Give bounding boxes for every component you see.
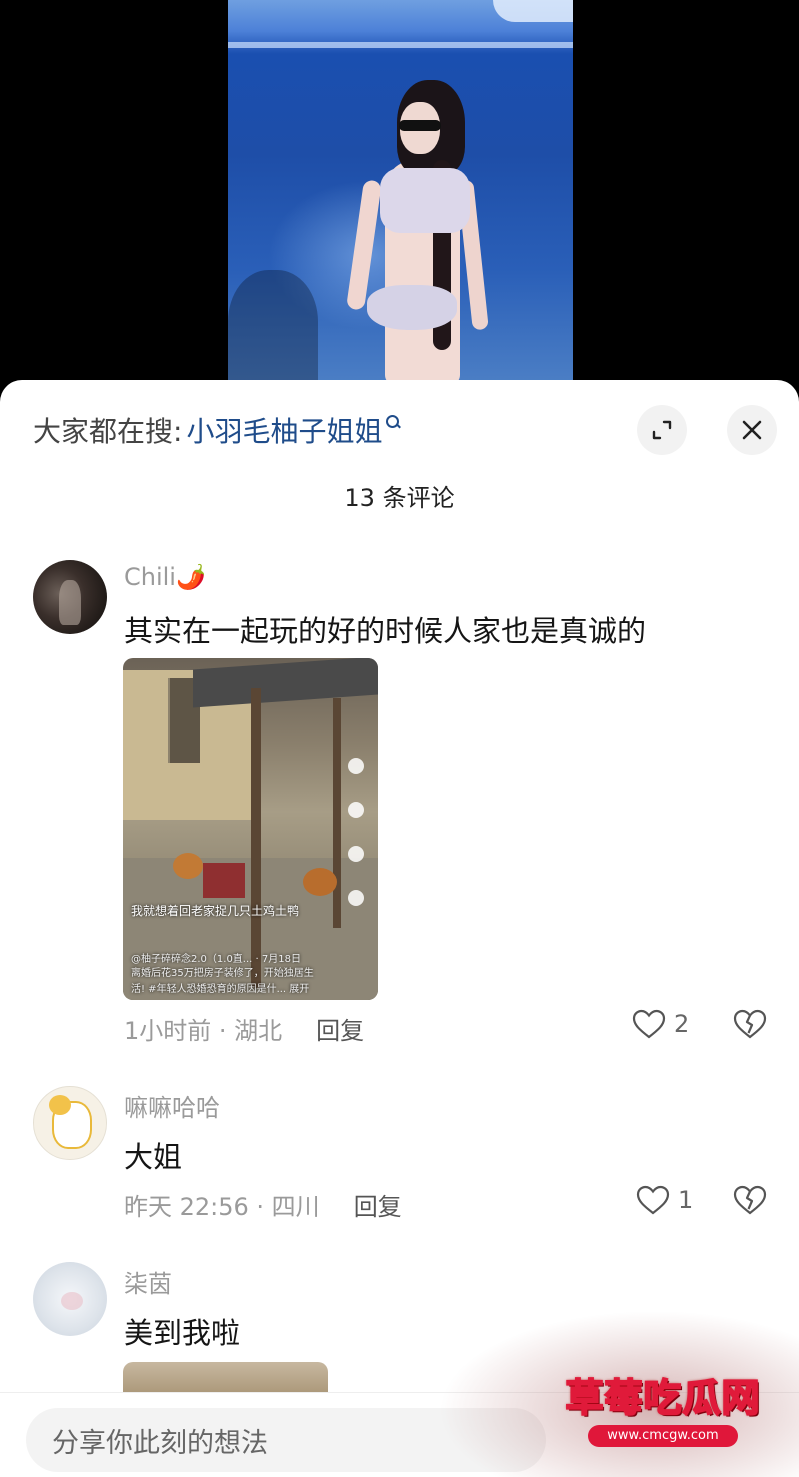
thumb-chicken bbox=[173, 853, 203, 879]
dislike-button[interactable] bbox=[733, 1185, 767, 1219]
avatar[interactable] bbox=[33, 560, 107, 634]
reply-button[interactable]: 回复 bbox=[354, 1187, 402, 1222]
search-suggestion-label: 大家都在搜: bbox=[33, 415, 183, 448]
like-count: 1 bbox=[678, 1186, 694, 1214]
comment-count: 13 条评论 bbox=[344, 484, 455, 512]
share-icon bbox=[348, 890, 364, 906]
comment-meta: 昨天 22:56 · 四川 回复 bbox=[124, 1187, 402, 1222]
close-button[interactable] bbox=[727, 405, 777, 455]
comment-username[interactable]: Chili🌶️ bbox=[124, 563, 206, 591]
thumb-post bbox=[333, 698, 341, 928]
like-count: 2 bbox=[674, 1010, 690, 1038]
comment-meta: 1小时前 · 湖北 回复 bbox=[124, 1011, 364, 1046]
avatar[interactable] bbox=[33, 1262, 107, 1336]
attachment-caption: 我就想着回老家捉几只土鸡土鸭 bbox=[131, 904, 300, 918]
avatar[interactable] bbox=[33, 1086, 107, 1160]
comment-text: 大姐 bbox=[124, 1140, 183, 1174]
reply-button[interactable]: 回复 bbox=[316, 1011, 364, 1046]
watermark-title: 草莓吃瓜网 bbox=[564, 1375, 761, 1421]
figure-top bbox=[380, 168, 470, 233]
search-suggestion-term[interactable]: 小羽毛柚子姐姐 bbox=[186, 410, 382, 450]
star-icon bbox=[348, 846, 364, 862]
watermark-logo: 草莓吃瓜网 www.cmcgw.com bbox=[548, 1367, 778, 1457]
comment-time-location: 昨天 22:56 · 四川 bbox=[124, 1193, 320, 1221]
like-button[interactable]: 1 bbox=[636, 1185, 693, 1215]
expand-icon bbox=[652, 420, 672, 440]
thumb-side-icons bbox=[348, 758, 370, 934]
attachment-author: @柚子碎碎念2.0（1.0直... · 7月18日 bbox=[131, 954, 301, 965]
comment-video-attachment[interactable]: 我就想着回老家捉几只土鸡土鸭 @柚子碎碎念2.0（1.0直... · 7月18日… bbox=[123, 658, 378, 1000]
heart-icon bbox=[348, 758, 364, 774]
thumb-roof bbox=[193, 658, 378, 708]
attachment-desc-line1: 离婚后花35万把房子装修了，开始独居生 bbox=[131, 968, 314, 979]
figure-bottom bbox=[367, 285, 457, 330]
expand-button[interactable] bbox=[637, 405, 687, 455]
heart-icon bbox=[632, 1009, 666, 1039]
comment-username[interactable]: 柒茵 bbox=[124, 1264, 172, 1299]
dislike-button[interactable] bbox=[733, 1009, 767, 1043]
avatar-blur bbox=[61, 1292, 83, 1310]
comment-username[interactable]: 嘛嘛哈哈 bbox=[124, 1088, 220, 1123]
comment-time-location: 1小时前 · 湖北 bbox=[124, 1017, 283, 1045]
heart-icon bbox=[636, 1185, 670, 1215]
broken-heart-icon bbox=[733, 1009, 767, 1039]
figure-sunglasses bbox=[399, 120, 441, 131]
thumb-chicken bbox=[303, 868, 337, 896]
video-person-figure bbox=[345, 80, 495, 385]
video-horizon bbox=[228, 42, 573, 48]
like-button[interactable]: 2 bbox=[632, 1009, 689, 1039]
attachment-desc-line2: 活! #年轻人恐婚恐育的原因是什... 展开 bbox=[131, 984, 310, 995]
thumb-post bbox=[251, 688, 261, 988]
comment-text: 其实在一起玩的好的时候人家也是真诚的 bbox=[124, 614, 647, 648]
comment-icon bbox=[348, 802, 364, 818]
comment-text: 美到我啦 bbox=[124, 1316, 241, 1350]
close-icon bbox=[742, 420, 762, 440]
avatar-photo bbox=[59, 580, 81, 625]
avatar-duck-head bbox=[49, 1095, 71, 1115]
thumb-crate bbox=[203, 863, 245, 898]
broken-heart-icon bbox=[733, 1185, 767, 1215]
search-icon bbox=[386, 415, 400, 429]
search-suggestion[interactable]: 大家都在搜: 小羽毛柚子姐姐 bbox=[33, 410, 400, 450]
video-shadow bbox=[228, 270, 318, 385]
video-cloud bbox=[493, 0, 573, 22]
watermark-url: www.cmcgw.com bbox=[588, 1425, 738, 1447]
